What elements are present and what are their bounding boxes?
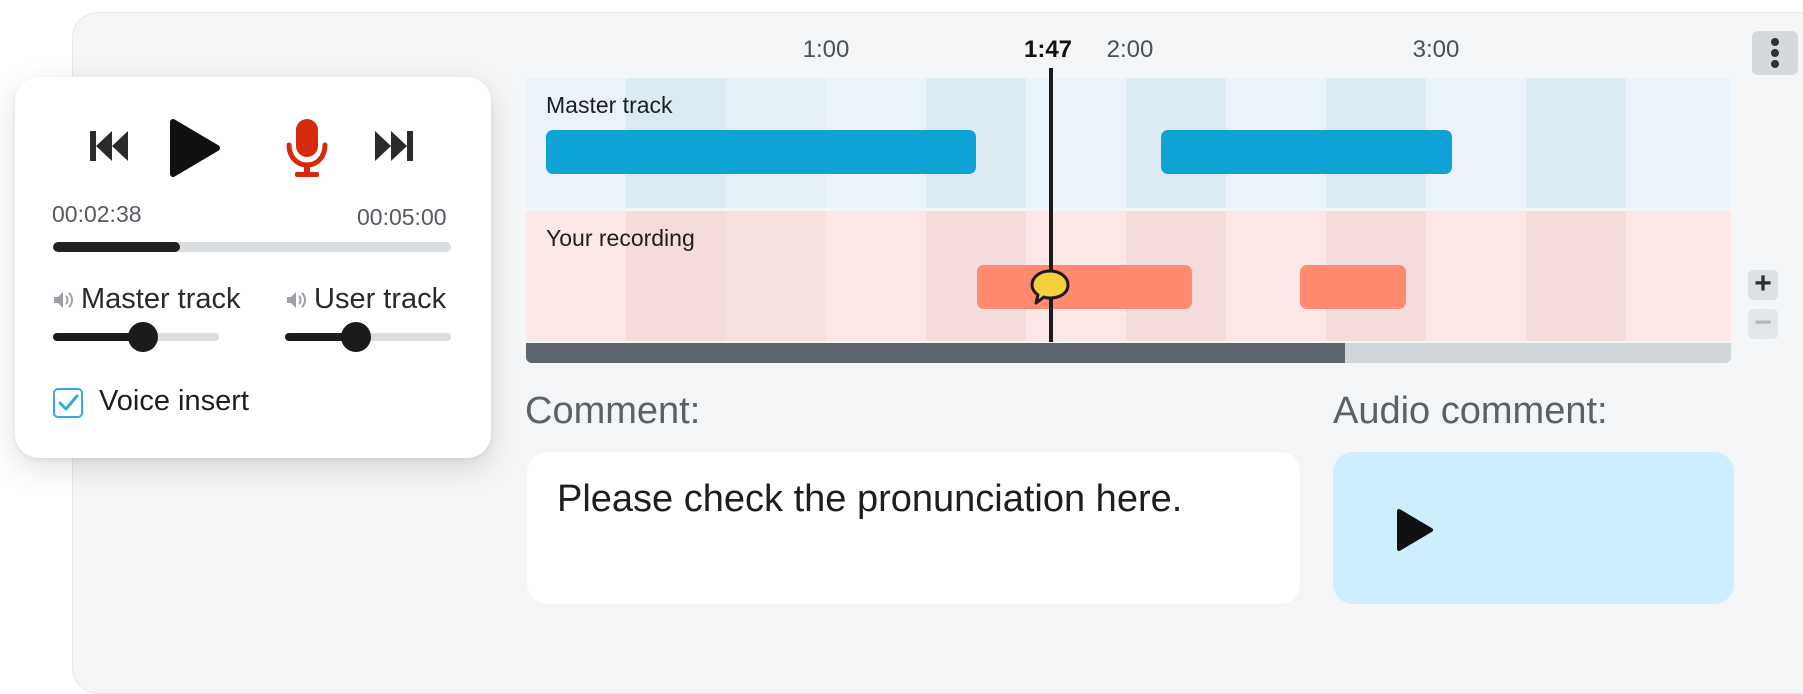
recording-clip[interactable]: [1300, 265, 1406, 309]
master-volume-text: Master track: [81, 283, 241, 315]
elapsed-time: 00:02:38: [52, 201, 142, 227]
voice-insert-label[interactable]: Voice insert: [99, 385, 249, 418]
recording-clip[interactable]: [977, 265, 1192, 309]
comment-text[interactable]: Please check the pronunciation here.: [557, 478, 1182, 521]
user-volume-label: User track: [285, 283, 446, 316]
master-clip[interactable]: [546, 130, 976, 174]
audio-comment-player[interactable]: [1333, 452, 1734, 604]
checkmark-icon: [58, 394, 79, 411]
speaker-icon: [287, 291, 306, 308]
zoom-out-button[interactable]: −: [1748, 306, 1778, 339]
comment-input[interactable]: Please check the pronunciation here.: [527, 452, 1300, 604]
skip-forward-button[interactable]: [373, 129, 415, 168]
play-button[interactable]: [167, 117, 223, 184]
timeline-scrollbar[interactable]: [526, 343, 1731, 363]
skip-back-icon: [90, 131, 128, 161]
more-options-icon-dot: [1771, 49, 1779, 57]
more-options-icon-dot: [1771, 60, 1779, 68]
more-options-button[interactable]: [1752, 31, 1798, 75]
zoom-in-button[interactable]: +: [1748, 267, 1778, 300]
speaker-icon: [54, 291, 73, 308]
skip-forward-icon: [375, 131, 413, 161]
play-icon: [170, 119, 220, 177]
record-button[interactable]: [284, 117, 330, 184]
more-options-icon: [1771, 38, 1779, 46]
play-icon: [1397, 509, 1433, 551]
master-volume-knob[interactable]: [127, 322, 158, 352]
time-tick: 3:00: [1412, 36, 1460, 63]
audio-comment-play-button[interactable]: [1393, 505, 1437, 560]
microphone-icon: [286, 119, 328, 177]
progress-bar[interactable]: [53, 242, 451, 252]
master-volume-label: Master track: [52, 283, 241, 316]
total-time: 00:05:00: [357, 204, 447, 230]
user-volume-slider[interactable]: [285, 322, 451, 352]
audio-comment-heading: Audio comment:: [1333, 390, 1608, 432]
master-volume-slider[interactable]: [53, 322, 219, 352]
master-clip[interactable]: [1161, 130, 1452, 174]
user-volume-knob[interactable]: [341, 322, 372, 352]
transport-panel: 00:02:38 00:05:00 Master track User trac…: [15, 77, 491, 458]
grid-stripe: [1526, 211, 1626, 341]
recording-track-lane[interactable]: Your recording: [526, 211, 1731, 341]
grid-stripe: [1526, 78, 1626, 208]
voice-insert-checkbox[interactable]: [53, 388, 83, 418]
minus-icon: −: [1754, 306, 1772, 339]
master-track-lane[interactable]: Master track: [526, 78, 1731, 208]
current-time-label: 1:47: [1023, 36, 1073, 63]
scrollbar-thumb[interactable]: [526, 343, 1346, 363]
plus-icon: +: [1754, 267, 1772, 300]
grid-stripe: [726, 211, 826, 341]
master-track-label: Master track: [546, 92, 673, 118]
skip-back-button[interactable]: [88, 129, 130, 168]
progress-fill: [53, 242, 181, 252]
comment-heading: Comment:: [525, 390, 701, 432]
time-tick: 2:00: [1106, 36, 1154, 63]
time-tick: 1:00: [802, 36, 850, 63]
timeline[interactable]: Master track Your recording: [526, 68, 1731, 363]
recording-track-label: Your recording: [546, 225, 695, 251]
user-volume-text: User track: [314, 283, 447, 315]
comment-bubble-icon[interactable]: [1028, 267, 1072, 314]
